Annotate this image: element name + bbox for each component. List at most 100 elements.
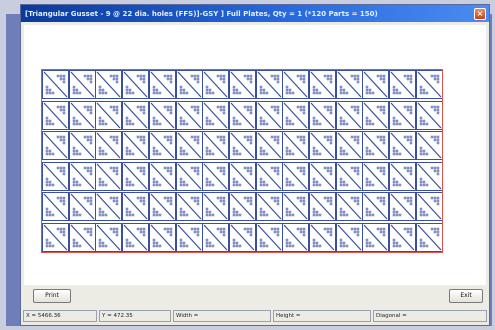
nested-part (202, 100, 230, 130)
gusset-shape (96, 102, 121, 128)
nested-part (228, 161, 256, 191)
gusset-shape (283, 102, 308, 128)
nested-part (415, 70, 442, 99)
nested-part (175, 192, 203, 221)
gusset-shape (150, 163, 175, 189)
nested-part (95, 192, 123, 221)
nested-part (335, 161, 363, 191)
gusset-shape (257, 193, 282, 220)
gusset-shape (337, 193, 362, 220)
gusset-shape (310, 163, 335, 189)
gusset-shape (203, 71, 228, 98)
gusset-shape (337, 102, 362, 128)
nested-part (228, 70, 256, 99)
nested-part (389, 222, 417, 252)
gusset-shape (150, 132, 175, 159)
nested-part (95, 131, 123, 160)
gusset-shape (203, 132, 228, 159)
nested-part (309, 192, 336, 221)
nested-part (309, 222, 336, 252)
gusset-shape (123, 132, 148, 159)
gusset-shape (123, 71, 148, 98)
gusset-shape (337, 71, 362, 98)
exit-button[interactable]: Exit (449, 289, 483, 303)
nested-part (95, 161, 123, 191)
status-height: Height = (273, 310, 371, 322)
nested-part (228, 131, 256, 160)
plate-outline (41, 69, 443, 253)
nested-part (42, 222, 69, 252)
gusset-shape (390, 193, 415, 220)
title-bar[interactable]: [Triangular Gusset - 9 @ 22 dia. holes (… (21, 5, 489, 22)
gusset-shape (43, 71, 68, 98)
gusset-shape (230, 102, 255, 128)
nested-part (255, 161, 283, 191)
nested-part (202, 70, 230, 99)
nested-part (175, 100, 203, 130)
nested-part (282, 131, 310, 160)
nested-part (122, 100, 150, 130)
gusset-shape (177, 163, 201, 189)
gusset-shape (150, 193, 175, 220)
nested-part (228, 192, 256, 221)
nested-part (335, 100, 363, 130)
gusset-shape (70, 71, 95, 98)
nest-viewer-window: [Triangular Gusset - 9 @ 22 dia. holes (… (20, 4, 490, 326)
nested-part (415, 222, 442, 252)
nested-part (42, 161, 69, 191)
nested-part (389, 161, 417, 191)
nested-part (415, 161, 442, 191)
gusset-shape (43, 163, 68, 189)
nested-part (362, 222, 390, 252)
gusset-shape (390, 224, 415, 250)
nested-part (42, 100, 69, 130)
window-title: [Triangular Gusset - 9 @ 22 dia. holes (… (25, 9, 378, 18)
nested-part (175, 161, 203, 191)
gusset-shape (70, 193, 95, 220)
nested-part (122, 192, 150, 221)
gusset-shape (230, 163, 255, 189)
nested-part (95, 70, 123, 99)
nested-part (228, 222, 256, 252)
gusset-shape (390, 102, 415, 128)
gusset-shape (96, 132, 121, 159)
nested-part (202, 222, 230, 252)
gusset-shape (310, 132, 335, 159)
gusset-shape (337, 163, 362, 189)
nested-part (282, 222, 310, 252)
nested-part (362, 100, 390, 130)
drawing-canvas[interactable] (24, 25, 486, 285)
nested-part (175, 131, 203, 160)
gusset-shape (390, 132, 415, 159)
gusset-shape (230, 193, 255, 220)
gusset-shape (417, 163, 442, 189)
gusset-shape (177, 102, 201, 128)
print-button[interactable]: Print (33, 289, 71, 303)
nested-part (122, 70, 150, 99)
gusset-shape (230, 132, 255, 159)
nested-part (175, 70, 203, 99)
nested-part (148, 192, 176, 221)
nested-part (389, 192, 417, 221)
gusset-shape (337, 132, 362, 159)
nested-part (68, 161, 96, 191)
close-button[interactable]: × (474, 7, 486, 20)
nested-part (148, 70, 176, 99)
gusset-shape (123, 102, 148, 128)
nested-part (68, 131, 96, 160)
gusset-shape (363, 71, 388, 98)
nested-part (335, 70, 363, 99)
nested-part (415, 131, 442, 160)
nested-part (202, 192, 230, 221)
nested-part (282, 100, 310, 130)
status-bar: X = 5466.36 Y = 472.35 Width = Height = … (21, 310, 489, 324)
gusset-shape (70, 102, 95, 128)
nested-part (362, 70, 390, 99)
gusset-shape (257, 102, 282, 128)
status-x: X = 5466.36 (23, 310, 97, 322)
nested-part (202, 131, 230, 160)
nested-part (122, 161, 150, 191)
nested-part (389, 70, 417, 99)
gusset-shape (123, 163, 148, 189)
gusset-shape (310, 224, 335, 250)
